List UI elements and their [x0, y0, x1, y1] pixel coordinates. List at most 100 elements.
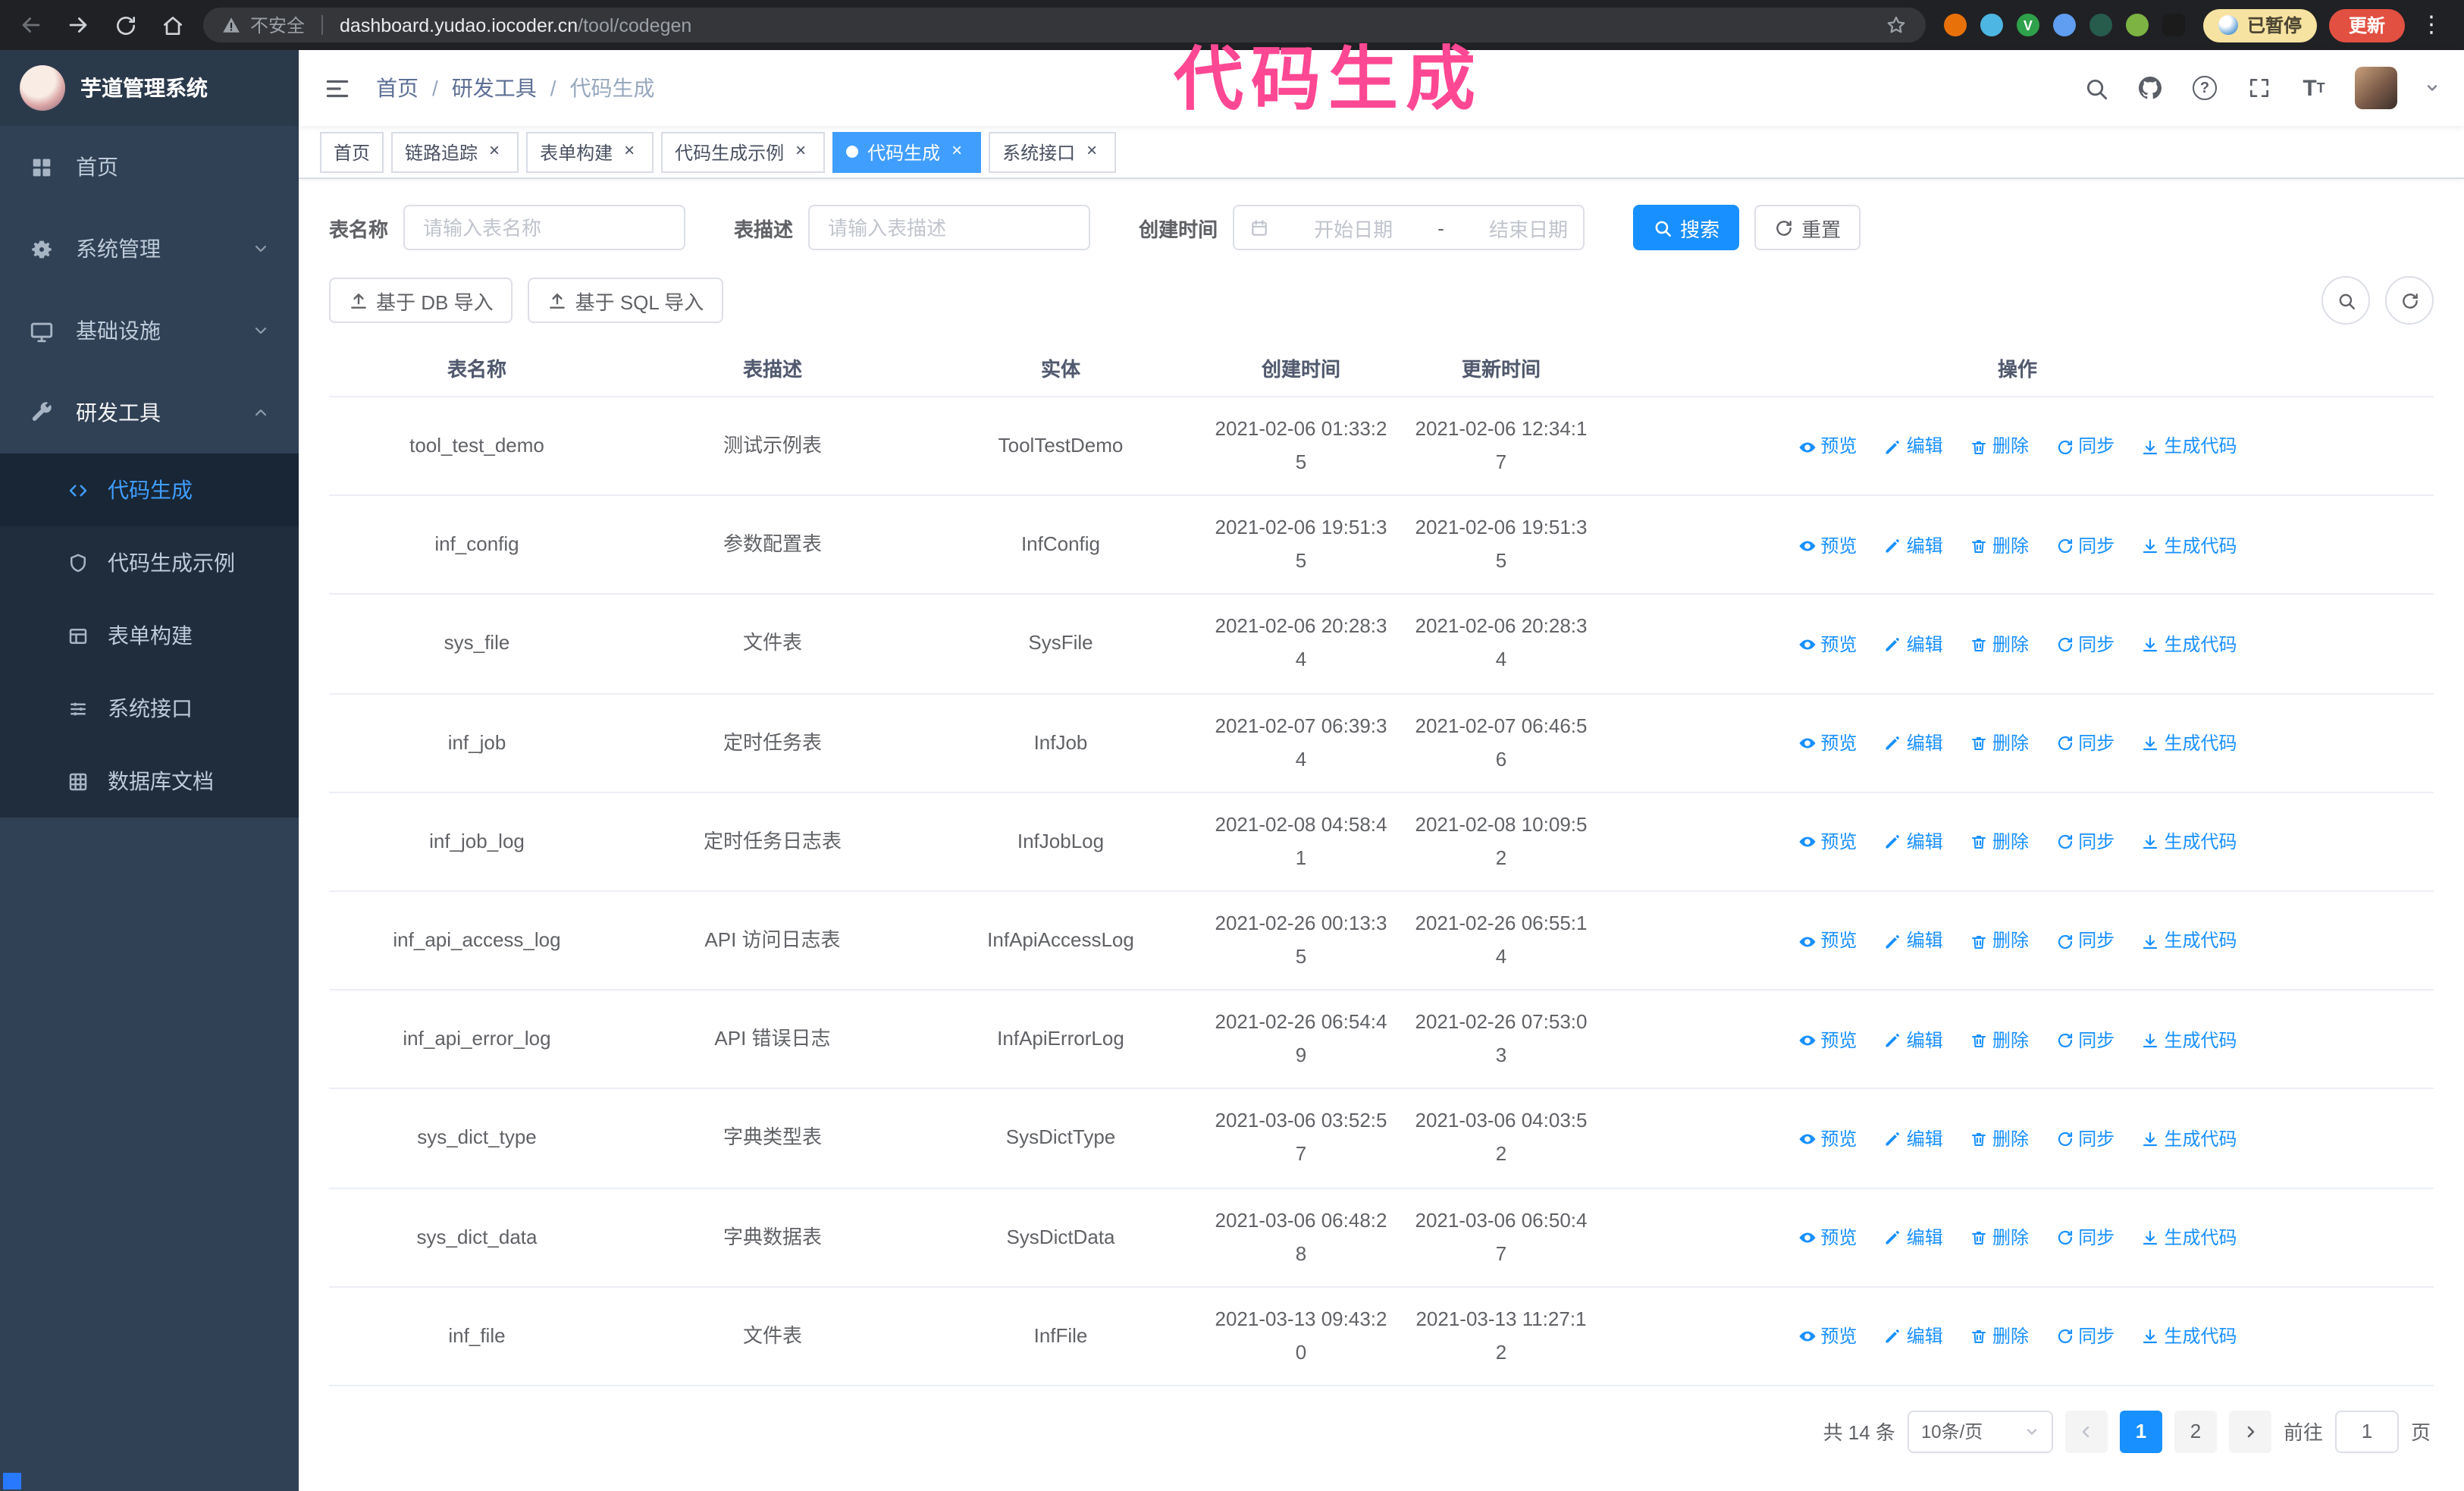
generate-code-link[interactable]: 生成代码: [2142, 728, 2237, 759]
sync-link[interactable]: 同步: [2055, 827, 2114, 858]
browser-menu-icon[interactable]: ⋮: [2417, 14, 2446, 36]
forward-icon[interactable]: [65, 12, 91, 38]
generate-code-link[interactable]: 生成代码: [2142, 1223, 2237, 1254]
extension-icon[interactable]: [2125, 14, 2149, 36]
tab-form-builder[interactable]: 表单构建 ×: [526, 131, 654, 172]
page-size-select[interactable]: 10条/页: [1907, 1410, 2053, 1453]
delete-link[interactable]: 删除: [1970, 1321, 2029, 1352]
page-button-2[interactable]: 2: [2174, 1410, 2217, 1453]
delete-link[interactable]: 删除: [1970, 1223, 2029, 1254]
sidebar-item-system[interactable]: 系统管理: [0, 208, 299, 290]
reload-icon[interactable]: [112, 12, 138, 38]
tab-home[interactable]: 首页: [320, 131, 384, 172]
sidebar-item-home[interactable]: 首页: [0, 126, 299, 208]
table-desc-input[interactable]: [808, 205, 1091, 250]
edit-link[interactable]: 编辑: [1884, 1025, 1943, 1056]
paused-badge[interactable]: 已暂停: [2202, 8, 2317, 42]
sidebar-item-db-doc[interactable]: 数据库文档: [0, 745, 299, 818]
sync-link[interactable]: 同步: [2055, 1321, 2114, 1352]
close-icon[interactable]: ×: [946, 140, 967, 162]
edit-link[interactable]: 编辑: [1884, 1223, 1943, 1254]
preview-link[interactable]: 预览: [1798, 827, 1857, 858]
sidebar-item-form-builder[interactable]: 表单构建: [0, 599, 299, 672]
table-name-input[interactable]: [403, 205, 686, 250]
edit-link[interactable]: 编辑: [1884, 926, 1943, 957]
user-avatar[interactable]: [2355, 67, 2397, 109]
sync-link[interactable]: 同步: [2055, 432, 2114, 463]
preview-link[interactable]: 预览: [1798, 926, 1857, 957]
preview-link[interactable]: 预览: [1798, 629, 1857, 661]
date-range-picker[interactable]: 开始日期 - 结束日期: [1233, 205, 1585, 250]
edit-link[interactable]: 编辑: [1884, 728, 1943, 759]
generate-code-link[interactable]: 生成代码: [2142, 827, 2237, 858]
delete-link[interactable]: 删除: [1970, 728, 2029, 759]
generate-code-link[interactable]: 生成代码: [2142, 926, 2237, 957]
toggle-search-button[interactable]: [2321, 276, 2370, 325]
font-size-icon[interactable]: TT: [2300, 74, 2328, 102]
sidebar-item-infra[interactable]: 基础设施: [0, 290, 299, 372]
tab-trace[interactable]: 链路追踪 ×: [391, 131, 519, 172]
delete-link[interactable]: 删除: [1970, 926, 2029, 957]
preview-link[interactable]: 预览: [1798, 1123, 1857, 1154]
tab-system-api[interactable]: 系统接口 ×: [989, 131, 1117, 172]
preview-link[interactable]: 预览: [1798, 530, 1857, 561]
goto-page-input[interactable]: [2334, 1410, 2399, 1453]
preview-link[interactable]: 预览: [1798, 1321, 1857, 1352]
extension-icon[interactable]: [1980, 14, 2003, 36]
edit-link[interactable]: 编辑: [1884, 1321, 1943, 1352]
delete-link[interactable]: 删除: [1970, 827, 2029, 858]
sidebar-item-codegen[interactable]: 代码生成: [0, 454, 299, 526]
generate-code-link[interactable]: 生成代码: [2142, 1025, 2237, 1056]
help-icon[interactable]: ?: [2191, 74, 2218, 102]
page-button-1[interactable]: 1: [2119, 1410, 2162, 1453]
address-bar[interactable]: 不安全 dashboard.yudao.iocoder.cn/tool/code…: [203, 8, 1926, 42]
fullscreen-icon[interactable]: [2246, 74, 2273, 102]
preview-link[interactable]: 预览: [1798, 1223, 1857, 1254]
generate-code-link[interactable]: 生成代码: [2142, 629, 2237, 661]
delete-link[interactable]: 删除: [1970, 530, 2029, 561]
sidebar-item-devtools[interactable]: 研发工具: [0, 372, 299, 454]
close-icon[interactable]: ×: [1081, 140, 1102, 162]
preview-link[interactable]: 预览: [1798, 728, 1857, 759]
refresh-button[interactable]: [2385, 276, 2434, 325]
extension-icon[interactable]: [1943, 14, 1967, 36]
home-icon[interactable]: [159, 12, 185, 38]
preview-link[interactable]: 预览: [1798, 1025, 1857, 1056]
generate-code-link[interactable]: 生成代码: [2142, 530, 2237, 561]
edit-link[interactable]: 编辑: [1884, 827, 1943, 858]
update-button[interactable]: 更新: [2328, 8, 2405, 42]
avatar-caret-icon[interactable]: [2425, 80, 2440, 96]
sync-link[interactable]: 同步: [2055, 926, 2114, 957]
extension-icon[interactable]: V: [2016, 14, 2039, 36]
sync-link[interactable]: 同步: [2055, 1123, 2114, 1154]
sync-link[interactable]: 同步: [2055, 530, 2114, 561]
edit-link[interactable]: 编辑: [1884, 1123, 1943, 1154]
import-db-button[interactable]: 基于 DB 导入: [329, 278, 513, 323]
sidebar-item-codegen-example[interactable]: 代码生成示例: [0, 526, 299, 599]
sync-link[interactable]: 同步: [2055, 728, 2114, 759]
delete-link[interactable]: 删除: [1970, 1123, 2029, 1154]
extension-icon[interactable]: [2161, 14, 2185, 36]
search-icon[interactable]: [2082, 74, 2109, 102]
close-icon[interactable]: ×: [484, 140, 505, 162]
search-button[interactable]: 搜索: [1633, 205, 1740, 250]
preview-link[interactable]: 预览: [1798, 432, 1857, 463]
edit-link[interactable]: 编辑: [1884, 629, 1943, 661]
delete-link[interactable]: 删除: [1970, 629, 2029, 661]
github-icon[interactable]: [2136, 74, 2164, 102]
breadcrumb-devtools[interactable]: 研发工具: [452, 73, 537, 103]
bookmark-star-icon[interactable]: [1885, 14, 1908, 36]
extension-icon[interactable]: [2052, 14, 2076, 36]
generate-code-link[interactable]: 生成代码: [2142, 1123, 2237, 1154]
back-icon[interactable]: [18, 12, 44, 38]
logo[interactable]: 芋道管理系统: [0, 50, 299, 126]
prev-page-button[interactable]: [2064, 1410, 2108, 1453]
tab-codegen-example[interactable]: 代码生成示例 ×: [661, 131, 826, 172]
import-sql-button[interactable]: 基于 SQL 导入: [528, 278, 724, 323]
breadcrumb-home[interactable]: 首页: [376, 73, 419, 103]
close-icon[interactable]: ×: [790, 140, 811, 162]
reset-button[interactable]: 重置: [1754, 205, 1861, 250]
generate-code-link[interactable]: 生成代码: [2142, 1321, 2237, 1352]
sync-link[interactable]: 同步: [2055, 629, 2114, 661]
extension-icon[interactable]: [2089, 14, 2112, 36]
